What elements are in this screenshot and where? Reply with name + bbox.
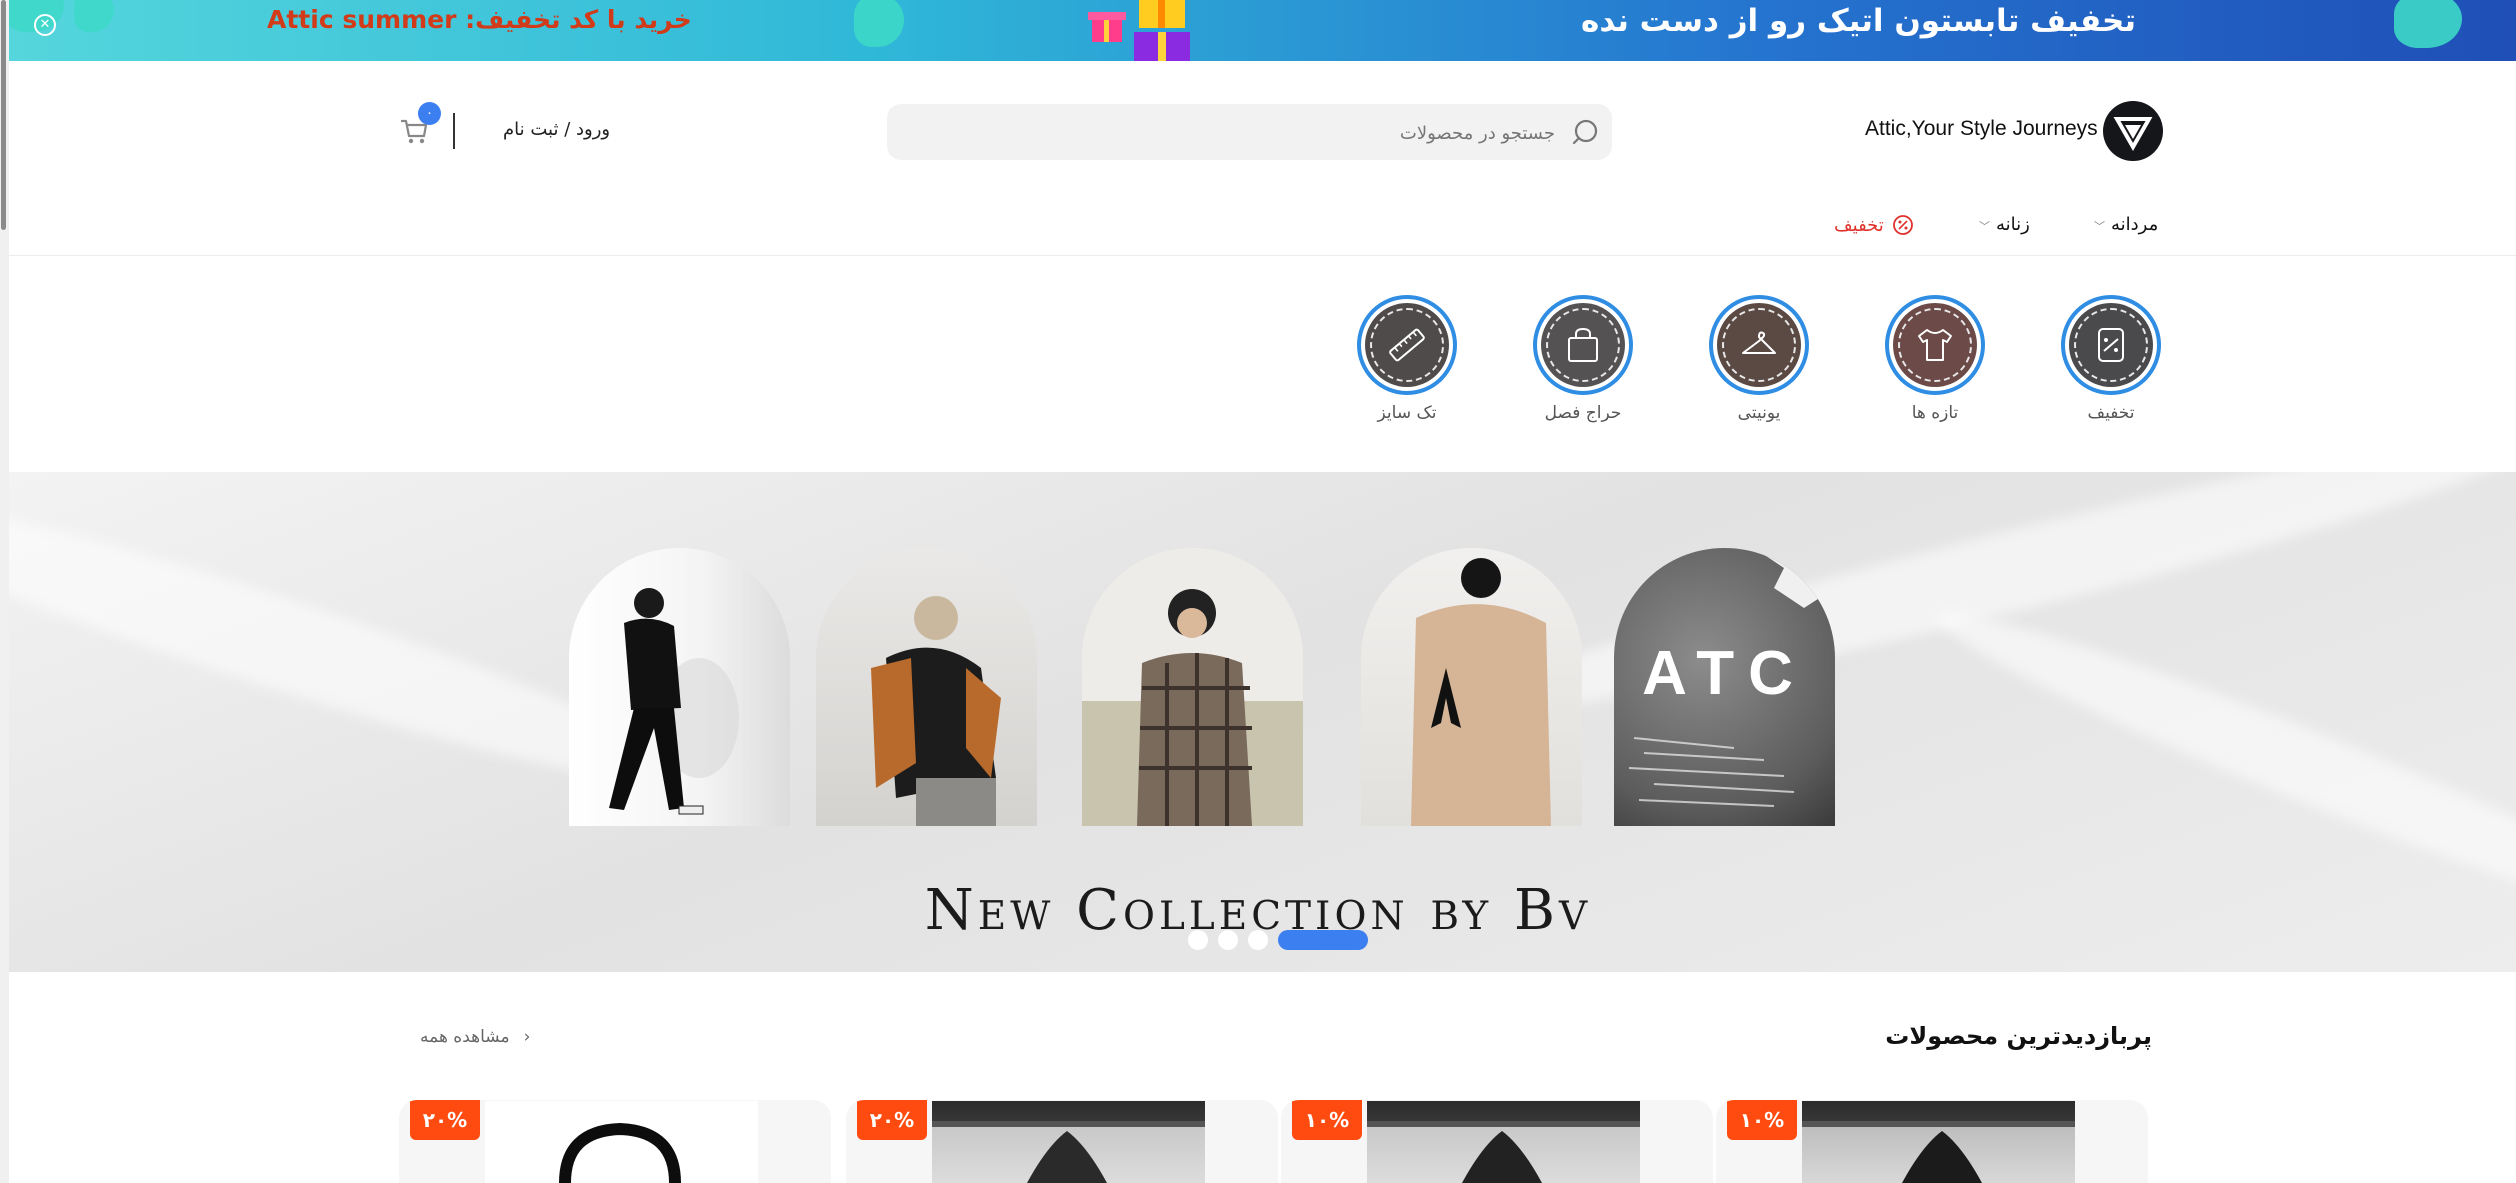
triangle-logo-icon [2113,117,2153,152]
brand-logo[interactable] [2103,101,2163,161]
clothing-rack-image [932,1121,1205,1183]
promo-headline: تخفیف تابستون اتیک رو از دست نده [1581,3,2136,39]
nav-men-label: مردانه [2111,214,2159,235]
chevron-down-icon: ﹀ [1979,220,1990,233]
product-image[interactable] [932,1101,1205,1183]
model-silhouette [609,588,739,815]
story-ring [1357,295,1457,395]
discount-tag-icon [2098,328,2124,362]
story-ring [2061,295,2161,395]
discount-badge: ۱۰% [1292,1100,1362,1140]
cart-count-badge: ۰ [418,102,441,125]
torn-denim-texture [1628,548,1835,807]
login-register-link[interactable]: ورود / ثبت نام [503,119,610,140]
clothing-rack-image [1367,1121,1640,1183]
hero-image-1 [569,548,790,826]
percent-badge-icon [1892,215,1913,235]
product-card[interactable]: ۱۰% [1716,1100,2148,1183]
model-silhouette [1137,589,1252,826]
slider-dot[interactable] [1248,930,1268,950]
story-unity[interactable]: یونیتی [1704,295,1814,423]
ruler-icon [1389,328,1425,362]
gift-boxes-icon [1088,0,1190,61]
view-all-label: مشاهده همه [420,1027,510,1047]
promo-banner[interactable]: ✕ خرید با کد تخفیف: Attic summer تخفیف ت… [9,0,2516,61]
product-image[interactable] [1367,1101,1640,1183]
promo-code-text: خرید با کد تخفیف: Attic summer [267,5,692,34]
discount-badge: ۲۰% [857,1100,927,1140]
hero-image-4 [1361,548,1582,826]
chevron-down-icon: ﹀ [2094,220,2105,233]
decor-blob [74,0,114,32]
chevron-left-icon: ‹ [523,1027,531,1047]
search-bar[interactable] [887,104,1612,162]
story-ring [1885,295,1985,395]
hanger-icon [1742,331,1776,354]
shopping-bag-icon [1568,327,1598,362]
decor-blob [854,0,904,47]
story-discount[interactable]: تخفیف [2056,295,2166,423]
story-label: تازه ها [1911,403,1959,423]
hero-image-3 [1082,548,1303,826]
product-image[interactable] [1802,1101,2075,1183]
decor-blob [2394,0,2462,48]
product-card[interactable]: ۱۰% [1281,1100,1713,1183]
nav-sale[interactable]: تخفیف [1834,214,1914,236]
model-silhouette [1411,558,1551,826]
discount-badge: ۲۰% [410,1100,480,1140]
tshirt-icon [1918,329,1952,361]
discount-badge: ۱۰% [1727,1100,1797,1140]
story-label: تک سایز [1377,403,1437,423]
story-new[interactable]: تازه ها [1880,295,1990,423]
nav-men[interactable]: مردانه ﹀ [2094,214,2158,235]
section-title: پربازدیدترین محصولات [1885,1022,2152,1050]
search-input[interactable] [953,104,1557,162]
slider-dot[interactable] [1188,930,1208,950]
close-circle-icon[interactable]: ✕ [34,14,56,36]
story-label: حراج فصل [1544,403,1622,423]
slider-dot-active[interactable] [1278,930,1368,950]
product-card[interactable]: ۲۰% [846,1100,1278,1183]
nav-divider [9,255,2516,256]
page-scrollbar[interactable] [0,0,9,1183]
scrollbar-thumb[interactable] [1,0,6,230]
product-image[interactable] [485,1101,758,1183]
clothing-rack-image [1802,1121,2075,1183]
story-ring [1533,295,1633,395]
slider-dot[interactable] [1218,930,1238,950]
brand-name[interactable]: Attic,Your Style Journeys [1865,117,2098,141]
story-ring [1709,295,1809,395]
hero-image-5: ATC [1614,548,1835,826]
view-all-link[interactable]: ‹ مشاهده همه [420,1027,530,1047]
model-silhouette [871,596,1001,826]
story-season-sale[interactable]: حراج فصل [1528,295,1638,423]
product-card[interactable]: ۲۰% [399,1100,831,1183]
nav-women-label: زنانه [1996,214,2030,235]
search-icon[interactable] [1572,118,1600,146]
story-label: تخفیف [2087,403,2135,423]
nav-sale-label: تخفیف [1834,215,1884,236]
story-label: یونیتی [1737,403,1781,423]
tote-bag-image [559,1122,681,1183]
nav-women[interactable]: زنانه ﹀ [1979,214,2030,235]
story-one-size[interactable]: تک سایز [1352,295,1462,423]
header-divider [453,113,455,149]
hero-image-2 [816,548,1037,826]
